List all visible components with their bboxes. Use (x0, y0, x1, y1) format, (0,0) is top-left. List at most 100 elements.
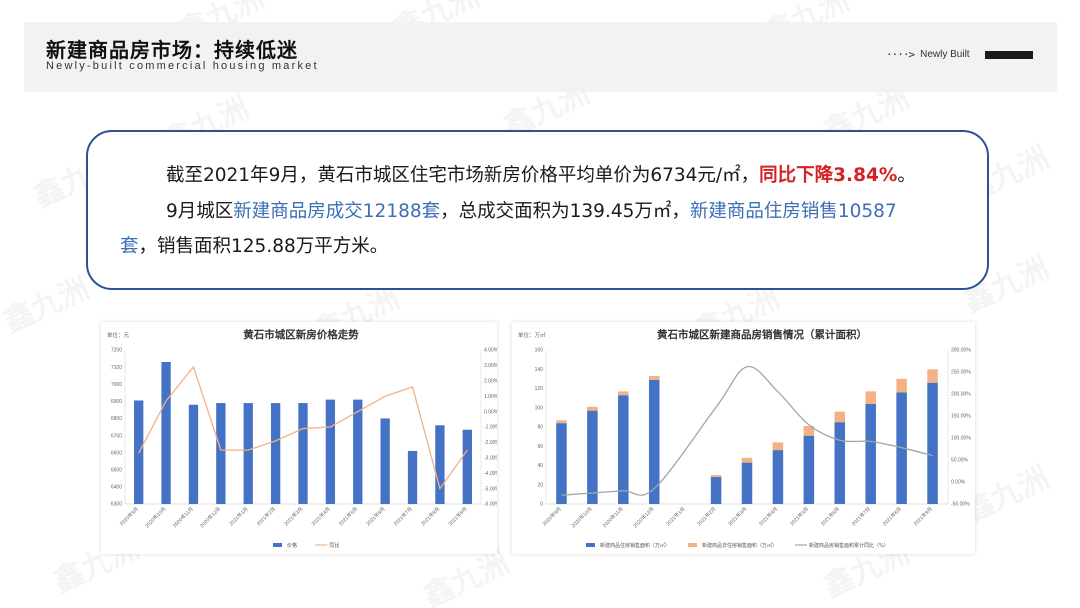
y2-tick-label: -3.00% (484, 456, 497, 462)
bar (325, 399, 336, 504)
bar (161, 361, 171, 504)
y-tick-label: 20 (537, 482, 543, 488)
summary-line-3: 套，销售面积125.88万平方米。 (120, 235, 388, 259)
x-tick-label: 2021年5月 (337, 505, 359, 527)
transaction-highlight: 新建商品房成交12188套 (233, 201, 441, 222)
legend-label: 新建商品房销售面积累计同比（%） (809, 542, 889, 549)
residential-sales-highlight: 套 (120, 236, 139, 257)
page-title: 新建商品房市场：持续低迷 (46, 38, 298, 62)
section-badge: ····> Newly Built (886, 46, 970, 62)
bar (741, 462, 753, 504)
y-tick-label: 140 (535, 367, 544, 373)
y-tick-label: 0 (540, 502, 543, 508)
price-trend-chart-svg: 黄石市城区新房价格走势 单位：元 6300 6400 6500 6600 6700 6800 6… (107, 328, 497, 549)
x-tick-label: 2020年9月 (541, 505, 563, 527)
y-tick-label: 120 (535, 386, 544, 392)
bar (710, 475, 722, 478)
bar (741, 457, 753, 463)
y2-tick-label: 0.00% (951, 480, 966, 486)
y-tick-label: 7000 (111, 382, 122, 388)
bar (834, 422, 846, 504)
bar (772, 442, 784, 451)
bar (803, 435, 815, 504)
bar (270, 403, 281, 504)
bar (188, 404, 199, 504)
y-tick-label: 6600 (111, 450, 122, 456)
price-decline-highlight: 同比下降3.84% (759, 165, 898, 186)
x-tick-label: 2021年5月 (788, 505, 810, 527)
page-subtitle: Newly-built commercial housing market (46, 60, 319, 72)
y2-tick-label: -2.00% (484, 440, 497, 446)
bar (618, 395, 629, 504)
y2-tick-label: 100.00% (951, 436, 971, 442)
bar (556, 420, 567, 424)
y-tick-label: 6700 (111, 433, 122, 439)
summary-text: ，销售面积125.88万平方米。 (138, 236, 389, 257)
x-tick-label: 2020年12月 (198, 505, 222, 529)
bar (587, 406, 598, 411)
summary-box: 截至2021年9月，黄石市城区住宅市场新房价格平均单价为6734元/㎡，同比下降… (86, 130, 989, 290)
y-axis-unit-label: 单位：元 (107, 331, 130, 339)
x-tick-label: 2021年6月 (365, 505, 387, 527)
x-tick-label: 2021年3月 (283, 505, 305, 527)
x-tick-label: 2020年10月 (144, 505, 168, 529)
y-tick-label: 160 (535, 348, 544, 354)
sales-area-chart: 黄石市城区新建商品房销售情况（累计面积） 单位：万㎡ 0 20 40 60 80 100 120… (512, 322, 975, 554)
x-tick-label: 2020年11月 (601, 505, 625, 529)
legend-swatch (273, 543, 282, 547)
x-tick-label: 2021年4月 (757, 505, 779, 527)
bar (927, 369, 938, 383)
x-tick-label: 2020年12月 (632, 505, 656, 529)
x-tick-label: 2021年8月 (881, 505, 903, 527)
y2-tick-label: 0.00% (484, 409, 497, 415)
y-tick-label: 6900 (111, 399, 122, 405)
legend-label: 价格 (287, 542, 297, 549)
x-tick-label: 2020年9月 (118, 505, 140, 527)
dotted-arrow-icon: ····> (886, 47, 915, 61)
bar (243, 403, 253, 504)
x-tick-label: 2021年8月 (419, 505, 441, 527)
y-tick-label: 6300 (111, 502, 122, 508)
bar (896, 378, 907, 393)
x-tick-label: 2020年11月 (171, 505, 195, 529)
bar (216, 403, 226, 504)
summary-text: 截至2021年9月，黄石市城区住宅市场新房价格平均单价为6734元/㎡， (166, 165, 760, 186)
sales-area-chart-svg: 黄石市城区新建商品房销售情况（累计面积） 单位：万㎡ 0 20 40 60 80 100 120… (518, 328, 971, 549)
bar (298, 403, 308, 504)
chart-title: 黄石市城区新建商品房销售情况（累计面积） (657, 328, 867, 341)
y2-tick-label: -1.00% (484, 425, 497, 431)
y2-tick-label: 200.00% (951, 392, 971, 398)
y2-tick-label: 150.00% (951, 414, 971, 420)
y2-tick-label: 1.00% (484, 394, 497, 400)
bar (927, 382, 938, 504)
summary-text: 9月城区 (166, 201, 234, 222)
y-axis-unit-label: 单位：万㎡ (518, 331, 546, 339)
legend-label: 同比 (329, 542, 339, 549)
chart-title: 黄石市城区新房价格走势 (243, 328, 359, 341)
y-tick-label: 80 (537, 425, 543, 431)
x-tick-label: 2021年9月 (912, 505, 934, 527)
summary-line-2: 9月城区新建商品房成交12188套，总成交面积为139.45万㎡，新建商品住房销… (166, 200, 897, 224)
residential-sales-highlight: 新建商品住房销售10587 (689, 201, 897, 222)
y2-tick-label: 300.00% (951, 348, 971, 354)
y2-tick-label: -4.00% (484, 471, 497, 477)
watermark: 鑫九洲 (0, 263, 95, 341)
y2-tick-label: 50.00% (951, 458, 969, 464)
bar (353, 399, 363, 504)
x-tick-label: 2021年1月 (665, 505, 687, 527)
x-tick-label: 2021年7月 (392, 505, 414, 527)
x-tick-label: 2021年6月 (819, 505, 841, 527)
x-tick-label: 2021年4月 (310, 505, 332, 527)
section-bar (985, 51, 1033, 59)
x-tick-label: 2020年10月 (570, 505, 594, 529)
y-tick-label: 100 (535, 405, 544, 411)
bar (710, 477, 722, 504)
header-banner: 新建商品房市场：持续低迷 Newly-built commercial hous… (24, 22, 1057, 92)
bar (772, 450, 784, 504)
legend-label: 新建商品非住房销售面积（万㎡） (702, 542, 777, 549)
bar (407, 450, 418, 504)
x-tick-label: 2021年7月 (850, 505, 872, 527)
bar (556, 423, 567, 504)
price-trend-chart: 黄石市城区新房价格走势 单位：元 6300 6400 6500 6600 6700 6800 6… (101, 322, 497, 554)
bar (435, 425, 445, 504)
